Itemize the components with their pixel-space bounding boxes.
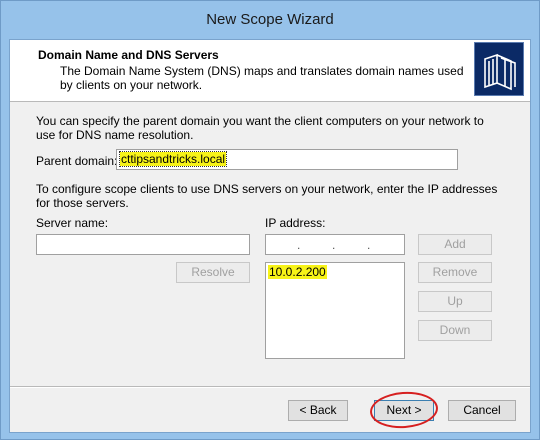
separator-highlight (10, 387, 530, 388)
list-item[interactable]: 10.0.2.200 (268, 265, 402, 279)
dns-instructions: To configure scope clients to use DNS se… (36, 182, 498, 210)
wizard-header: Domain Name and DNS Servers The Domain N… (10, 40, 530, 102)
title-bar[interactable]: New Scope Wizard (1, 1, 539, 39)
ip-list-item: 10.0.2.200 (268, 265, 327, 279)
up-button[interactable]: Up (418, 291, 492, 312)
remove-button[interactable]: Remove (418, 262, 492, 283)
ip-dot: . (297, 238, 301, 252)
server-name-input[interactable] (36, 234, 250, 255)
annotation-circle (368, 389, 440, 431)
cancel-button[interactable]: Cancel (448, 400, 516, 421)
ip-address-list[interactable]: 10.0.2.200 (265, 262, 405, 359)
wizard-window: New Scope Wizard Domain Name and DNS Ser… (0, 0, 540, 440)
add-button[interactable]: Add (418, 234, 492, 255)
parent-domain-label: Parent domain: (36, 154, 118, 168)
window-title: New Scope Wizard (206, 11, 334, 28)
server-name-label: Server name: (36, 216, 109, 230)
back-button[interactable]: < Back (288, 400, 348, 421)
page-description: The Domain Name System (DNS) maps and tr… (60, 64, 464, 92)
parent-domain-field[interactable]: cttipsandtricks.local (116, 149, 458, 170)
intro-text: You can specify the parent domain you wa… (36, 114, 484, 142)
resolve-button[interactable]: Resolve (176, 262, 250, 283)
ip-dot: . (332, 238, 336, 252)
ip-address-input[interactable]: . . . (265, 234, 405, 255)
page-title: Domain Name and DNS Servers (38, 48, 219, 62)
wizard-client-area: Domain Name and DNS Servers The Domain N… (9, 39, 531, 433)
parent-domain-value: cttipsandtricks.local (118, 151, 228, 167)
down-button[interactable]: Down (418, 320, 492, 341)
ip-dot: . (367, 238, 371, 252)
books-icon (474, 42, 524, 96)
ip-address-label: IP address: (265, 216, 326, 230)
